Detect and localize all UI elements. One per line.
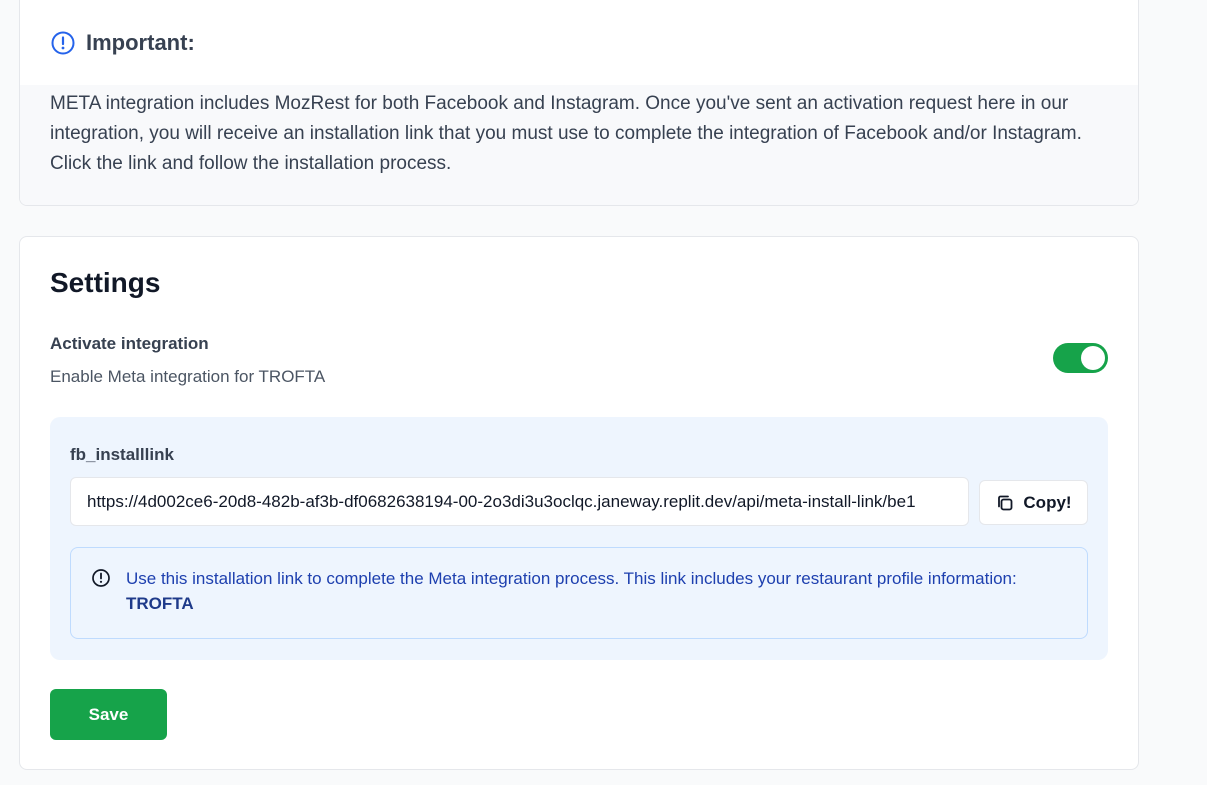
alert-restaurant-name: TROFTA (126, 594, 194, 613)
important-card: Important: META integration includes Moz… (19, 0, 1139, 206)
alert-message: Use this installation link to complete t… (126, 569, 1017, 588)
important-body: META integration includes MozRest for bo… (20, 85, 1138, 205)
activate-integration-label: Activate integration (50, 334, 209, 353)
copy-button[interactable]: Copy! (979, 480, 1088, 525)
copy-button-label: Copy! (1023, 492, 1072, 512)
alert-circle-icon (91, 568, 111, 588)
important-header: Important: (20, 0, 1138, 85)
info-circle-icon (50, 30, 76, 56)
alert-text: Use this installation link to complete t… (126, 566, 1066, 616)
activate-integration-toggle[interactable] (1053, 343, 1108, 373)
settings-card: Settings Activate integration Enable Met… (19, 236, 1139, 770)
page: Important: META integration includes Moz… (0, 0, 1207, 785)
install-link-panel: fb_installlink Copy! (50, 417, 1108, 660)
important-title: Important: (86, 29, 195, 55)
save-button[interactable]: Save (50, 689, 167, 740)
install-link-input[interactable] (70, 477, 969, 526)
toggle-knob (1081, 346, 1105, 370)
settings-title: Settings (50, 267, 161, 298)
activate-integration-description: Enable Meta integration for TROFTA (50, 367, 326, 386)
install-link-label: fb_installlink (70, 445, 174, 464)
install-link-info-alert: Use this installation link to complete t… (70, 547, 1088, 639)
copy-icon (995, 493, 1015, 513)
